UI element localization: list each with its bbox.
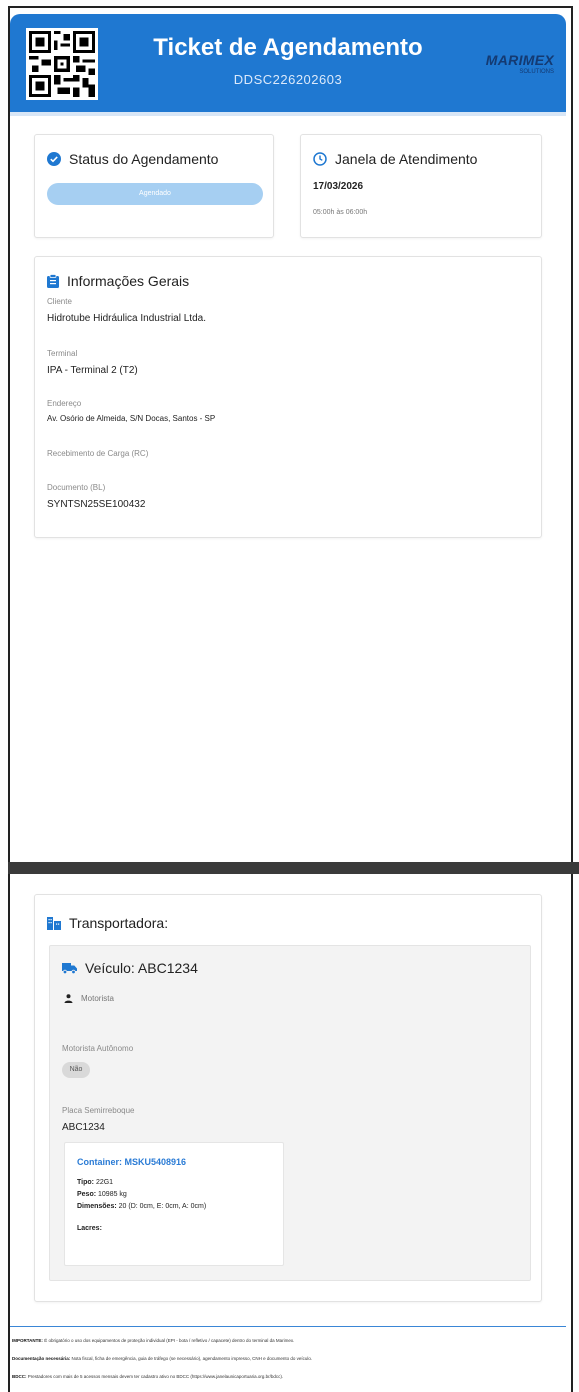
header-divider bbox=[10, 112, 566, 116]
bdcc-text: Prestadores com mais de 5 acessos mensai… bbox=[27, 1374, 284, 1379]
check-circle-icon bbox=[47, 152, 61, 166]
page-break bbox=[8, 862, 579, 874]
autonomo-label: Motorista Autônomo bbox=[62, 1044, 134, 1053]
plate-label: Placa Semirreboque bbox=[62, 1106, 135, 1115]
footer-note-important: IMPORTANTE: É obrigatório o uso dos equi… bbox=[12, 1338, 568, 1343]
vehicle-section: Veículo: ABC1234 Motorista Motorista Aut… bbox=[49, 945, 531, 1281]
rc-label: Recebimento de Carga (RC) bbox=[47, 449, 149, 458]
vehicle-title: Veículo: ABC1234 bbox=[62, 960, 198, 976]
info-card: Informações Gerais Cliente Hidrotube Hid… bbox=[34, 256, 542, 538]
bl-label: Documento (BL) bbox=[47, 483, 106, 492]
vehicle-title-text: Veículo: ABC1234 bbox=[85, 960, 198, 976]
transport-card-title: Transportadora: bbox=[47, 915, 168, 931]
building-icon bbox=[47, 916, 61, 930]
driver-row: Motorista bbox=[64, 994, 114, 1003]
ticket-header: Ticket de Agendamento DDSC226202603 MARI… bbox=[10, 14, 566, 112]
docs-label: Documentação necessária: bbox=[12, 1356, 71, 1361]
container-lacres: Lacres: bbox=[77, 1225, 102, 1232]
info-card-title: Informações Gerais bbox=[47, 273, 189, 289]
company-logo: MARIMEX SOLUTIONS bbox=[480, 52, 554, 75]
logo-text: MARIMEX bbox=[485, 52, 554, 68]
ticket-document: Ticket de Agendamento DDSC226202603 MARI… bbox=[0, 0, 579, 1392]
logo-subtext: SOLUTIONS bbox=[519, 69, 554, 75]
clipboard-icon bbox=[47, 274, 59, 288]
dim-value: 20 (D: 0cm, E: 0cm, A: 0cm) bbox=[118, 1203, 207, 1210]
container-dimensions: Dimensões: 20 (D: 0cm, E: 0cm, A: 0cm) bbox=[77, 1203, 206, 1210]
docs-text: Nota fiscal, ficha de emergência, guia d… bbox=[71, 1356, 313, 1361]
plate-value: ABC1234 bbox=[62, 1122, 105, 1133]
client-label: Cliente bbox=[47, 297, 72, 306]
status-card: Status do Agendamento Agendado bbox=[34, 134, 274, 238]
status-badge: Agendado bbox=[47, 183, 263, 205]
bdcc-label: BDCC: bbox=[12, 1374, 27, 1379]
info-title-text: Informações Gerais bbox=[67, 273, 190, 289]
footer-note-docs: Documentação necessária: Nota fiscal, fi… bbox=[12, 1356, 568, 1361]
status-title-text: Status do Agendamento bbox=[69, 151, 219, 167]
container-tipo: Tipo: 22G1 bbox=[77, 1179, 113, 1186]
footer-divider bbox=[10, 1326, 566, 1327]
window-card: Janela de Atendimento 17/03/2026 05:00h … bbox=[300, 134, 542, 238]
peso-label: Peso: bbox=[77, 1191, 97, 1198]
tipo-value: 22G1 bbox=[95, 1179, 114, 1186]
transport-card: Transportadora: Veículo: ABC1234 Motoris… bbox=[34, 894, 542, 1302]
address-value: Av. Osório de Almeida, S/N Docas, Santos… bbox=[47, 414, 216, 423]
terminal-label: Terminal bbox=[47, 349, 78, 358]
peso-value: 10985 kg bbox=[98, 1191, 127, 1198]
container-peso: Peso: 10985 kg bbox=[77, 1191, 127, 1198]
important-text: É obrigatório o uso dos equipamentos de … bbox=[44, 1338, 295, 1343]
driver-label: Motorista bbox=[81, 994, 114, 1003]
dim-label: Dimensões: bbox=[77, 1203, 117, 1210]
container-title: Container: MSKU5408916 bbox=[77, 1157, 187, 1167]
status-card-title: Status do Agendamento bbox=[47, 151, 218, 167]
lacres-label: Lacres: bbox=[77, 1225, 102, 1232]
truck-icon bbox=[62, 962, 77, 974]
appointment-time: 05:00h às 06:00h bbox=[313, 209, 368, 216]
terminal-value: IPA - Terminal 2 (T2) bbox=[47, 365, 138, 376]
client-value: Hidrotube Hidráulica Industrial Ltda. bbox=[47, 313, 206, 324]
window-title-text: Janela de Atendimento bbox=[335, 151, 478, 167]
important-label: IMPORTANTE: bbox=[12, 1338, 43, 1343]
address-label: Endereço bbox=[47, 399, 82, 408]
tipo-label: Tipo: bbox=[77, 1179, 94, 1186]
footer-note-bdcc: BDCC: Prestadores com mais de 5 acessos … bbox=[12, 1374, 568, 1379]
container-card: Container: MSKU5408916 Tipo: 22G1 Peso: … bbox=[64, 1142, 284, 1266]
person-icon bbox=[64, 994, 73, 1003]
appointment-date: 17/03/2026 bbox=[313, 181, 364, 192]
window-card-title: Janela de Atendimento bbox=[313, 151, 477, 167]
bl-value: SYNTSN25SE100432 bbox=[47, 499, 146, 510]
clock-icon bbox=[313, 152, 327, 166]
transport-title-text: Transportadora: bbox=[69, 915, 169, 931]
autonomo-chip: Não bbox=[62, 1062, 90, 1078]
